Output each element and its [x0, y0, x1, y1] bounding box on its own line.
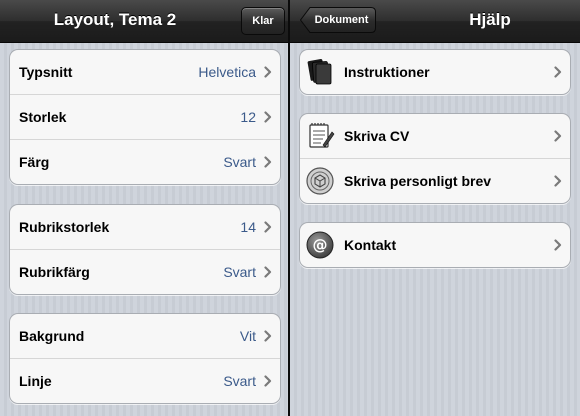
setting-row-heading-size[interactable]: Rubrikstorlek 14	[10, 205, 280, 249]
setting-value: 12	[240, 109, 256, 125]
setting-label: Bakgrund	[19, 328, 85, 344]
chevron-right-icon	[264, 266, 272, 278]
settings-list: Typsnitt Helvetica Storlek 12 Färg Svart…	[0, 43, 288, 416]
instructions-group: Instruktioner	[299, 49, 571, 95]
chevron-right-icon	[264, 156, 272, 168]
setting-label: Linje	[19, 373, 52, 389]
setting-label: Storlek	[19, 109, 67, 125]
writing-group: Skriva CV Skriva personligt brev	[299, 113, 571, 204]
setting-row-heading-color[interactable]: Rubrikfärg Svart	[10, 249, 280, 294]
help-list: Instruktioner Skriva CV Skriva personlig…	[290, 43, 580, 416]
help-title: Hjälp	[469, 10, 511, 29]
right-navbar: Dokument Hjälp	[290, 0, 580, 43]
setting-value: Svart	[223, 264, 256, 280]
chevron-right-icon	[264, 221, 272, 233]
setting-value: Helvetica	[198, 64, 256, 80]
done-button[interactable]: Klar	[241, 7, 285, 35]
layout-panel: Layout, Tema 2 Klar Typsnitt Helvetica S…	[0, 0, 288, 416]
chevron-right-icon	[264, 375, 272, 387]
back-button[interactable]: Dokument	[300, 7, 376, 33]
chevron-right-icon	[554, 66, 562, 78]
setting-label: Färg	[19, 154, 50, 170]
setting-value: Svart	[223, 373, 256, 389]
setting-row-background[interactable]: Bakgrund Vit	[10, 314, 280, 358]
help-row-write-cv[interactable]: Skriva CV	[300, 114, 570, 158]
setting-label: Rubrikfärg	[19, 264, 90, 280]
setting-row-font[interactable]: Typsnitt Helvetica	[10, 50, 280, 94]
help-panel: Dokument Hjälp Instruktioner Skriva CV S…	[290, 0, 580, 416]
background-settings-group: Bakgrund Vit Linje Svart	[9, 313, 281, 404]
contact-group: @ Kontakt	[299, 222, 571, 268]
help-row-instructions[interactable]: Instruktioner	[300, 50, 570, 94]
heading-settings-group: Rubrikstorlek 14 Rubrikfärg Svart	[9, 204, 281, 295]
setting-label: Rubrikstorlek	[19, 219, 110, 235]
seal-icon	[306, 167, 334, 195]
help-label: Instruktioner	[344, 64, 430, 80]
back-button-label: Dokument	[314, 14, 369, 26]
notepad-icon	[309, 123, 335, 148]
at-sign-icon: @	[306, 231, 334, 259]
svg-text:@: @	[313, 236, 328, 254]
help-row-write-letter[interactable]: Skriva personligt brev	[300, 158, 570, 203]
help-label: Skriva CV	[344, 128, 410, 144]
page-title: Layout, Tema 2	[53, 10, 177, 29]
setting-label: Typsnitt	[19, 64, 73, 80]
chevron-right-icon	[554, 239, 562, 251]
chevron-right-icon	[554, 130, 562, 142]
setting-row-line[interactable]: Linje Svart	[10, 358, 280, 403]
setting-row-size[interactable]: Storlek 12	[10, 94, 280, 139]
chevron-right-icon	[264, 66, 272, 78]
chevron-right-icon	[264, 330, 272, 342]
left-navbar: Layout, Tema 2 Klar	[0, 0, 288, 43]
help-label: Skriva personligt brev	[344, 173, 492, 189]
documents-icon	[307, 59, 332, 85]
setting-value: 14	[240, 219, 256, 235]
setting-value: Vit	[239, 328, 256, 344]
setting-row-color[interactable]: Färg Svart	[10, 139, 280, 184]
chevron-right-icon	[264, 111, 272, 123]
help-row-contact[interactable]: @ Kontakt	[300, 223, 570, 267]
font-settings-group: Typsnitt Helvetica Storlek 12 Färg Svart	[9, 49, 281, 185]
setting-value: Svart	[223, 154, 256, 170]
help-label: Kontakt	[344, 237, 397, 253]
chevron-right-icon	[554, 175, 562, 187]
